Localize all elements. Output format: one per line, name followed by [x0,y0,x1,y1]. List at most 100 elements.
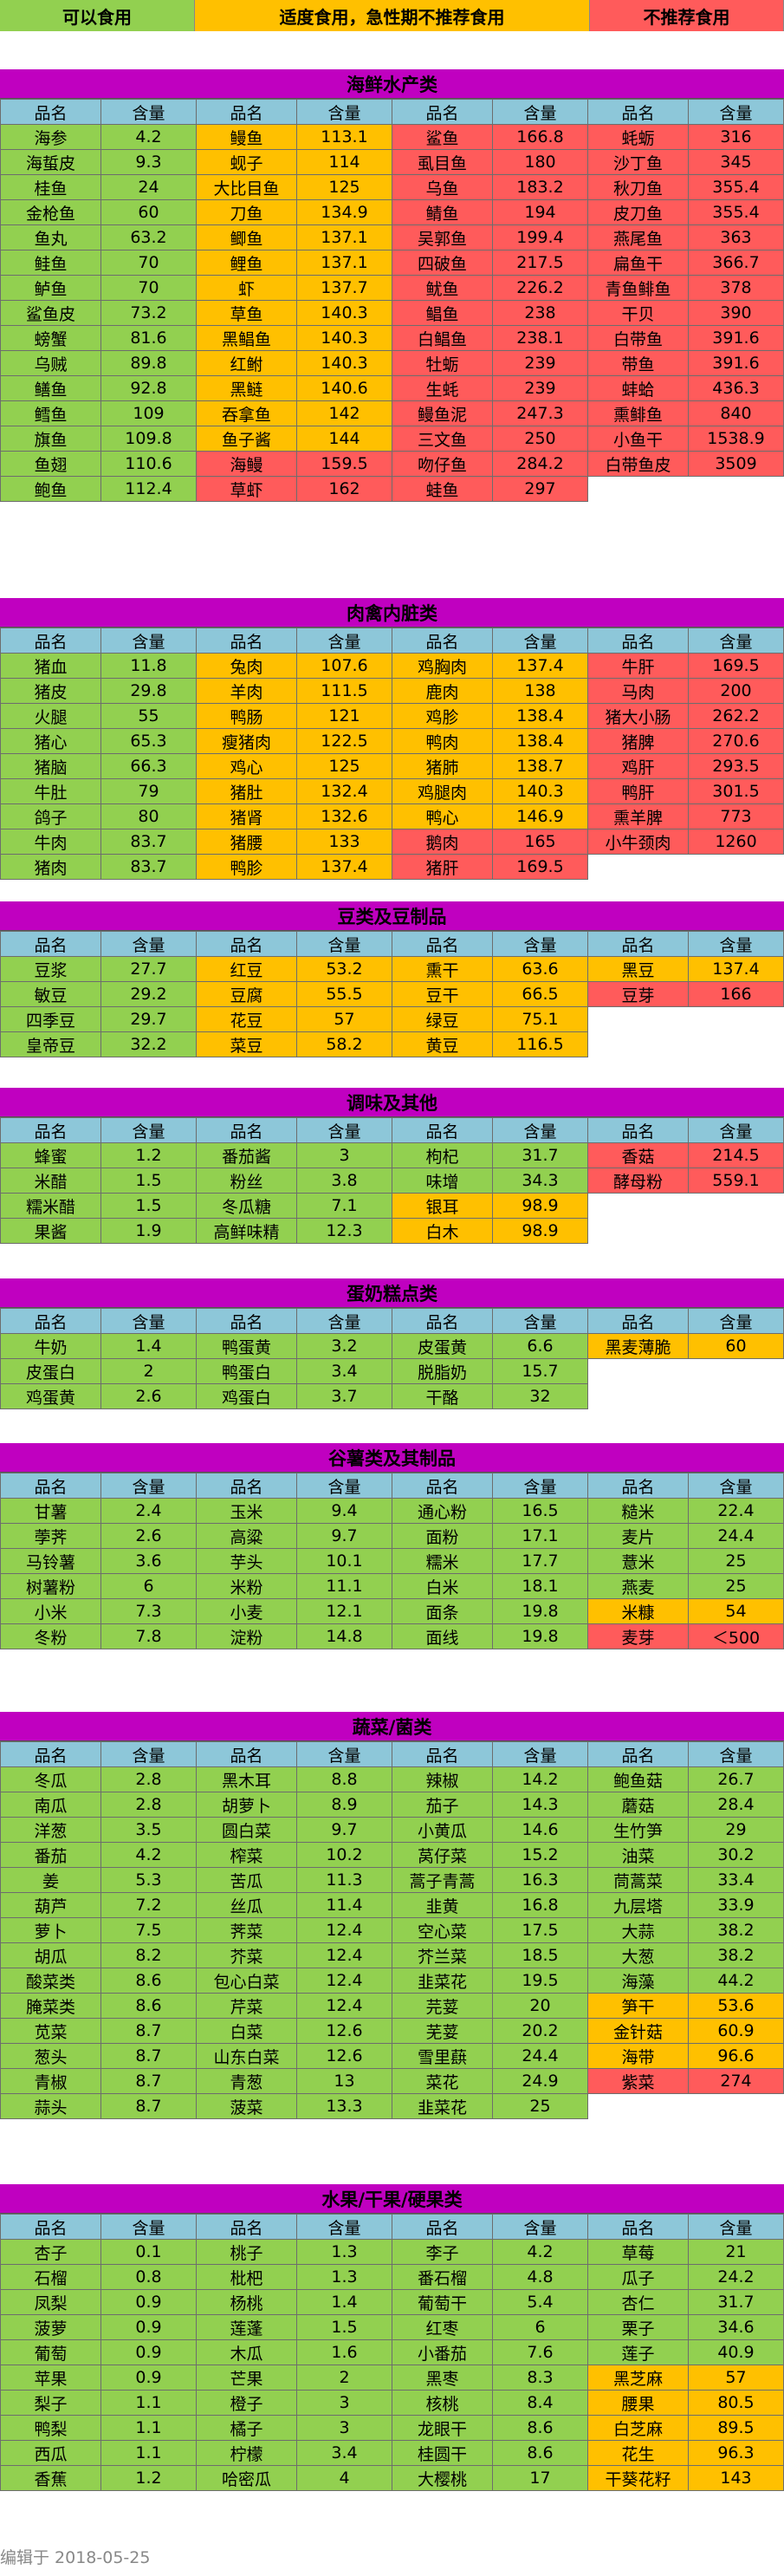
food-amount: 137.4 [492,653,588,679]
header-amount: 含量 [100,99,197,125]
food-amount: 19.8 [492,1623,588,1649]
food-name: 果酱 [0,1218,101,1244]
food-name: 黑枣 [392,2365,493,2391]
food-amount: 217.5 [492,250,588,276]
food-name: 大蒜 [587,1917,689,1943]
table-row: 菠萝 0.9 莲蓬 1.5 红枣 6 栗子 34.6 [0,2314,784,2340]
food-amount: 165 [492,829,588,855]
food-name: 龙眼干 [392,2415,493,2441]
food-amount: 363 [688,224,784,250]
header-name: 品名 [0,1473,101,1499]
food-name: 猪肉 [0,854,101,880]
food-name: 圆白菜 [196,1817,297,1843]
food-name: 香蕉 [0,2465,101,2491]
food-name: 鳗鱼泥 [392,400,493,426]
table-row: 旗鱼 109.8 鱼子酱 144 三文鱼 250 小鱼干 1538.9 [0,426,784,452]
food-name: 黑木耳 [196,1766,297,1792]
food-name: 金枪鱼 [0,199,101,225]
food-amount: 53.2 [296,956,392,982]
food-amount: 65.3 [100,728,197,754]
food-name: 青椒 [0,2068,101,2094]
food-amount: 137.7 [296,275,392,301]
food-amount: 113.1 [296,124,392,150]
food-amount: 3 [296,2415,392,2441]
food-amount: 143 [688,2465,784,2491]
food-amount: 194 [492,199,588,225]
food-amount: 14.6 [492,1817,588,1843]
food-name: 鲤鱼 [196,250,297,276]
food-name: 猪脾 [587,728,689,754]
food-amount: 55.5 [296,981,392,1007]
food-name: 鹿肉 [392,678,493,704]
header-name: 品名 [0,1308,101,1334]
food-amount: 9.7 [296,1523,392,1549]
food-name: 牡蛎 [392,350,493,376]
food-name: 桂圆干 [392,2440,493,2466]
food-name: 麦芽 [587,1623,689,1649]
table-row: 南瓜 2.8 胡萝卜 8.9 茄子 14.3 蘑菇 28.4 [0,1792,784,1818]
food-amount: 0.9 [100,2365,197,2391]
food-amount: 8.7 [100,2043,197,2069]
table-row: 苋菜 8.7 白菜 12.6 芜荽 20.2 金针菇 60.9 [0,2018,784,2044]
food-amount: 345 [688,149,784,175]
food-amount: 63.2 [100,224,197,250]
food-name: 姜 [0,1867,101,1893]
food-name: 蚬子 [196,149,297,175]
food-name: 黑芝麻 [587,2365,689,2391]
food-name: 小麦 [196,1598,297,1624]
food-amount: 17.1 [492,1523,588,1549]
food-amount: 1.2 [100,2465,197,2491]
food-amount: 3 [296,1142,392,1168]
food-name: 鸽子 [0,803,101,829]
food-amount: 53.6 [688,1993,784,2019]
food-name: 鸭肉 [392,728,493,754]
food-amount: 0.8 [100,2264,197,2290]
food-name: 鲨鱼皮 [0,300,101,326]
food-name: 青葱 [196,2068,297,2094]
header-row: 品名 含量 品名 含量 品名 含量 品名 含量 [0,628,784,654]
food-amount: 7.5 [100,1917,197,1943]
food-name: 葡萄 [0,2339,101,2365]
food-name: 鱼子酱 [196,426,297,452]
table-row: 小米 7.3 小麦 12.1 面条 19.8 米糠 54 [0,1598,784,1624]
empty-cell [587,1383,689,1409]
food-name: 皮刀鱼 [587,199,689,225]
food-amount: 24 [100,174,197,200]
food-amount: 0.9 [100,2339,197,2365]
empty-cell [688,1218,784,1244]
food-name: 海参 [0,124,101,150]
food-amount: 2 [296,2365,392,2391]
header-row: 品名 含量 品名 含量 品名 含量 品名 含量 [0,1741,784,1767]
food-name: 熏鲱鱼 [587,400,689,426]
food-amount: 32 [492,1383,588,1409]
food-amount: 355.4 [688,199,784,225]
food-amount: 316 [688,124,784,150]
food-name: 糯米醋 [0,1193,101,1219]
header-name: 品名 [392,628,493,654]
header-row: 品名 含量 品名 含量 品名 含量 品名 含量 [0,99,784,125]
food-name: 菜豆 [196,1031,297,1057]
empty-cell [587,1358,689,1384]
food-amount: 169.5 [688,653,784,679]
empty-cell [587,854,689,880]
header-amount: 含量 [492,2214,588,2240]
header-row: 品名 含量 品名 含量 品名 含量 品名 含量 [0,931,784,957]
food-amount: 28.4 [688,1792,784,1818]
food-name: 鳝鱼 [0,375,101,401]
table-row: 葫芦 7.2 丝瓜 11.4 韭黄 16.8 九层塔 33.9 [0,1892,784,1918]
food-amount: 140.3 [296,300,392,326]
header-amount: 含量 [688,931,784,957]
food-name: 四破鱼 [392,250,493,276]
food-amount: 6 [492,2314,588,2340]
food-name: 胡瓜 [0,1942,101,1968]
food-amount: 31.7 [492,1142,588,1168]
food-amount: 247.3 [492,400,588,426]
food-amount: 122.5 [296,728,392,754]
food-amount: 284.2 [492,451,588,477]
food-name: 鲭鱼 [392,199,493,225]
food-amount: 169.5 [492,854,588,880]
food-name: 高鲜味精 [196,1218,297,1244]
food-amount: 21 [688,2239,784,2265]
food-amount: 12.4 [296,1942,392,1968]
table-row: 洋葱 3.5 圆白菜 9.7 小黄瓜 14.6 生竹笋 29 [0,1817,784,1843]
